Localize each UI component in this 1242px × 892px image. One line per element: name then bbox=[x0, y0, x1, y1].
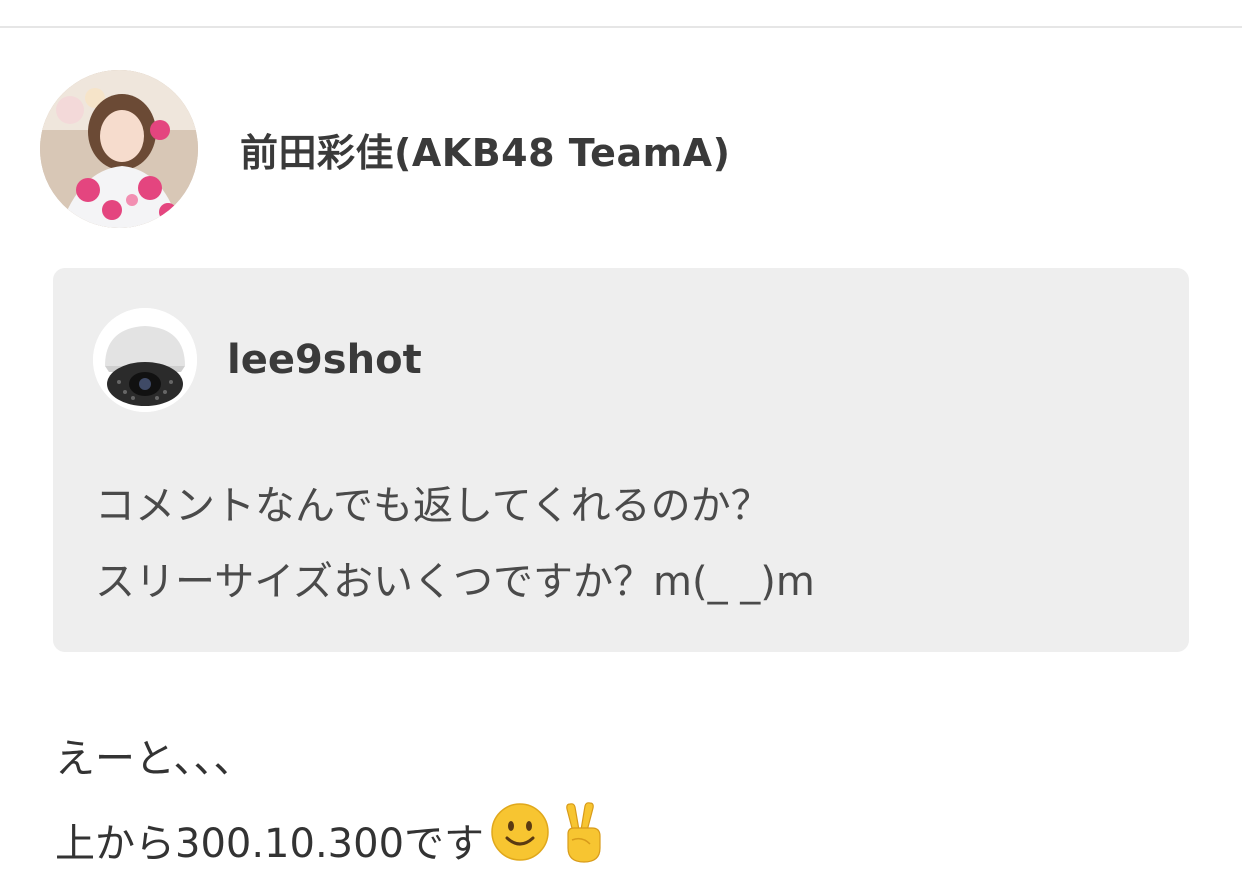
quoted-comment-header: lee9shot bbox=[93, 308, 422, 412]
author-avatar[interactable] bbox=[40, 70, 198, 228]
reply-line: えーと、、、 bbox=[55, 736, 254, 782]
reply-body: えーと、、、 上から300.10.300です bbox=[55, 718, 1205, 892]
quoted-comment-card: lee9shot コメントなんでも返してくれるのか？ スリーサイズおいくつですか… bbox=[53, 268, 1189, 652]
author-header: 前田彩佳(AKB48 TeamA) bbox=[40, 70, 730, 228]
slightly-smiling-face-icon bbox=[490, 802, 550, 890]
reply-line: 上から300.10.300です bbox=[55, 821, 485, 867]
top-divider bbox=[0, 26, 1242, 28]
security-camera-avatar bbox=[93, 308, 197, 412]
quoted-comment-line: スリーサイズおいくつですか？m(_ _)m bbox=[95, 559, 815, 605]
victory-hand-icon bbox=[556, 800, 608, 892]
quoted-user-avatar[interactable] bbox=[93, 308, 197, 412]
quoted-comment-line: コメントなんでも返してくれるのか？ bbox=[95, 483, 771, 529]
author-name[interactable]: 前田彩佳(AKB48 TeamA) bbox=[240, 122, 730, 177]
quoted-username[interactable]: lee9shot bbox=[227, 337, 422, 383]
quoted-comment-text: コメントなんでも返してくれるのか？ スリーサイズおいくつですか？m(_ _)m bbox=[95, 468, 1155, 620]
reply-line-with-emoji: 上から300.10.300です bbox=[55, 800, 1205, 892]
author-avatar-photo bbox=[40, 70, 198, 228]
